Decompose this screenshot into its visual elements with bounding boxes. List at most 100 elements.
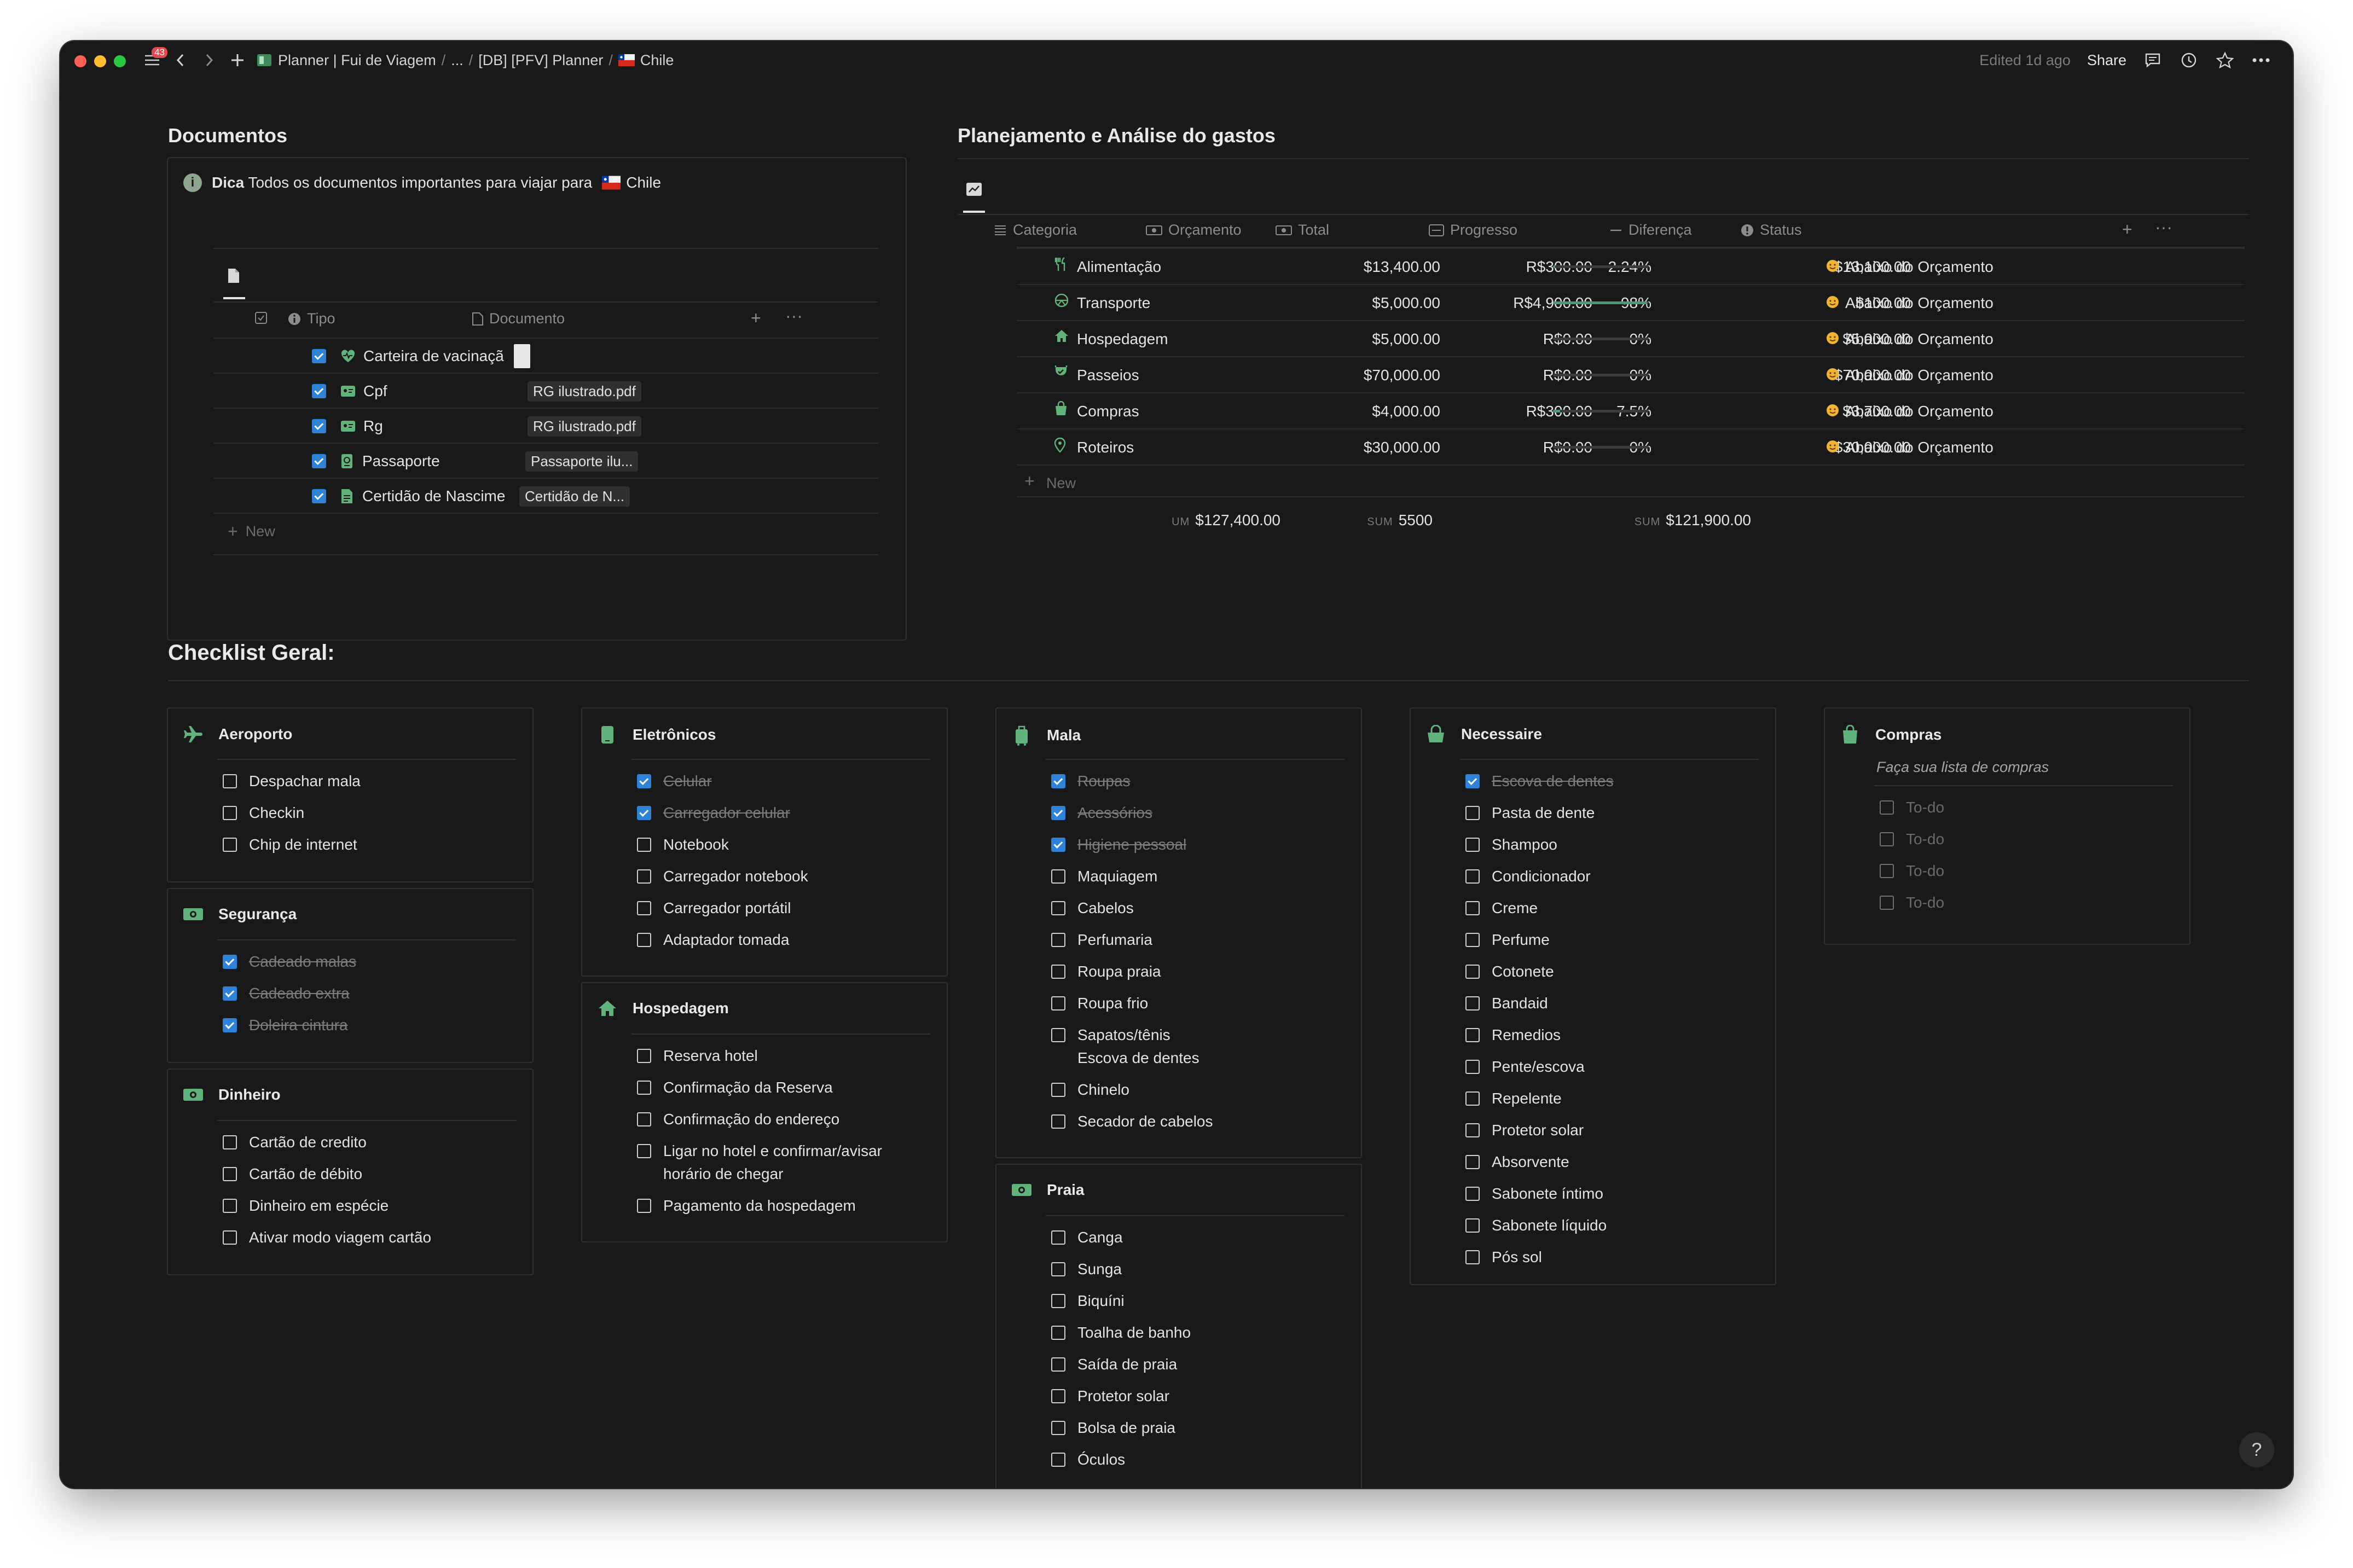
todo-item[interactable]: Protetor solar: [1051, 1385, 1169, 1408]
todo-checkbox[interactable]: [637, 806, 651, 820]
todo-checkbox[interactable]: [1465, 774, 1480, 788]
todo-item[interactable]: Cadeado malas: [223, 950, 356, 973]
column-orcamento[interactable]: Orçamento: [1145, 222, 1242, 239]
forward-icon[interactable]: [199, 50, 219, 70]
todo-item[interactable]: To-do: [1880, 796, 1944, 819]
todo-checkbox[interactable]: [223, 806, 237, 820]
close-window-button[interactable]: [74, 55, 86, 67]
row-checkbox[interactable]: [312, 384, 326, 398]
table-row[interactable]: Rg RG ilustrado.pdf: [213, 408, 878, 444]
todo-item[interactable]: Carregador notebook: [637, 865, 808, 888]
comments-icon[interactable]: [2143, 50, 2163, 70]
todo-checkbox[interactable]: [1465, 1218, 1480, 1233]
todo-checkbox[interactable]: [1880, 864, 1894, 878]
table-row[interactable]: Cpf RG ilustrado.pdf: [213, 373, 878, 409]
todo-item[interactable]: Roupa praia: [1051, 960, 1161, 983]
todo-item[interactable]: Chinelo: [1051, 1078, 1129, 1101]
column-status[interactable]: Status: [1740, 222, 1802, 239]
breadcrumb-planner[interactable]: Planner | Fui de Viagem: [278, 52, 436, 69]
doc-file-chip[interactable]: Certidão de N...: [519, 486, 630, 507]
todo-item[interactable]: Perfumaria: [1051, 928, 1152, 951]
todo-item[interactable]: Reserva hotel: [637, 1044, 758, 1067]
row-checkbox[interactable]: [312, 349, 326, 363]
back-icon[interactable]: [171, 50, 190, 70]
todo-checkbox[interactable]: [1051, 1114, 1065, 1129]
todo-checkbox[interactable]: [223, 1167, 237, 1181]
sidebar-toggle-icon[interactable]: 43: [142, 47, 167, 70]
todo-item[interactable]: Sabonete líquido: [1465, 1214, 1607, 1237]
todo-checkbox[interactable]: [223, 1199, 237, 1213]
chart-view-tab-icon[interactable]: [966, 182, 982, 199]
todo-checkbox[interactable]: [223, 955, 237, 969]
todo-checkbox[interactable]: [1051, 774, 1065, 788]
todo-item[interactable]: Carregador celular: [637, 802, 790, 824]
table-row[interactable]: Carteira de vacinaçã: [213, 338, 878, 374]
todo-item[interactable]: Higiene pessoal: [1051, 833, 1186, 856]
todo-item[interactable]: Creme: [1465, 897, 1538, 920]
zoom-window-button[interactable]: [114, 55, 126, 67]
todo-item[interactable]: Pasta de dente: [1465, 802, 1595, 824]
todo-checkbox[interactable]: [1051, 965, 1065, 979]
column-options-icon[interactable]: ···: [2155, 217, 2172, 237]
column-total[interactable]: Total: [1275, 222, 1329, 239]
todo-item[interactable]: Pós sol: [1465, 1246, 1542, 1269]
table-row[interactable]: Alimentação $13,400.00 R$300.00 2.24% $1…: [1017, 248, 2245, 284]
breadcrumb-ellipsis[interactable]: ...: [451, 52, 463, 69]
todo-item[interactable]: Maquiagem: [1051, 865, 1157, 888]
table-row[interactable]: Roteiros $30,000.00 R$0.00 0% $30,000.00…: [1017, 428, 2245, 464]
todo-checkbox[interactable]: [1880, 800, 1894, 815]
table-row[interactable]: Hospedagem $5,000.00 R$0.00 0% $5,000.00…: [1017, 320, 2245, 356]
todo-item[interactable]: Sabonete íntimo: [1465, 1182, 1603, 1205]
todo-item[interactable]: Confirmação da Reserva: [637, 1076, 833, 1099]
todo-checkbox[interactable]: [1465, 1155, 1480, 1169]
todo-checkbox[interactable]: [1051, 1389, 1065, 1403]
todo-checkbox[interactable]: [223, 1135, 237, 1149]
todo-checkbox[interactable]: [1051, 1083, 1065, 1097]
add-column-icon[interactable]: +: [751, 308, 761, 328]
table-row[interactable]: Passeios $70,000.00 R$0.00 0% $70,000.00…: [1017, 356, 2245, 392]
todo-checkbox[interactable]: [637, 869, 651, 884]
help-button[interactable]: ?: [2239, 1432, 2274, 1467]
todo-item[interactable]: Acessórios: [1051, 802, 1152, 824]
todo-item[interactable]: Condicionador: [1465, 865, 1591, 888]
todo-item[interactable]: Dinheiro em espécie: [223, 1194, 389, 1217]
todo-item[interactable]: Ativar modo viagem cartão: [223, 1226, 431, 1249]
todo-checkbox[interactable]: [637, 1081, 651, 1095]
todo-checkbox[interactable]: [223, 1018, 237, 1032]
todo-checkbox[interactable]: [1051, 869, 1065, 884]
todo-checkbox[interactable]: [637, 1112, 651, 1126]
todo-item[interactable]: Escova de dentes: [1465, 770, 1614, 793]
todo-checkbox[interactable]: [1465, 933, 1480, 947]
todo-item[interactable]: Sunga: [1051, 1258, 1122, 1281]
todo-item[interactable]: Perfume: [1465, 928, 1550, 951]
column-diferenca[interactable]: Diferença: [1609, 222, 1692, 239]
todo-item[interactable]: Cadeado extra: [223, 982, 350, 1005]
todo-checkbox[interactable]: [223, 774, 237, 788]
todo-checkbox[interactable]: [1051, 901, 1065, 915]
todo-checkbox[interactable]: [637, 1199, 651, 1213]
todo-checkbox[interactable]: [1880, 832, 1894, 846]
document-thumbnail[interactable]: [514, 344, 530, 368]
todo-item[interactable]: Celular: [637, 770, 712, 793]
todo-checkbox[interactable]: [1465, 1250, 1480, 1264]
todo-item[interactable]: To-do: [1880, 891, 1944, 914]
table-view-tab-icon[interactable]: [227, 268, 241, 287]
todo-checkbox[interactable]: [1051, 1294, 1065, 1308]
todo-checkbox[interactable]: [1465, 1187, 1480, 1201]
todo-checkbox[interactable]: [1051, 838, 1065, 852]
breadcrumb-chile[interactable]: Chile: [640, 52, 674, 69]
todo-item[interactable]: Chip de internet: [223, 833, 357, 856]
todo-checkbox[interactable]: [1051, 996, 1065, 1011]
todo-item[interactable]: Carregador portátil: [637, 897, 791, 920]
todo-checkbox[interactable]: [223, 838, 237, 852]
todo-item[interactable]: Pente/escova: [1465, 1055, 1585, 1078]
todo-checkbox[interactable]: [1051, 1421, 1065, 1435]
favorite-star-icon[interactable]: [2215, 50, 2235, 70]
todo-item[interactable]: Toalha de banho: [1051, 1321, 1191, 1344]
todo-item[interactable]: Ligar no hotel e confirmar/avisar horário…: [637, 1140, 882, 1186]
todo-item[interactable]: Secador de cabelos: [1051, 1110, 1213, 1133]
column-options-icon[interactable]: ···: [785, 306, 803, 326]
todo-item[interactable]: To-do: [1880, 860, 1944, 882]
todo-checkbox[interactable]: [1051, 1357, 1065, 1372]
table-row[interactable]: Passaporte Passaporte ilu...: [213, 443, 878, 479]
